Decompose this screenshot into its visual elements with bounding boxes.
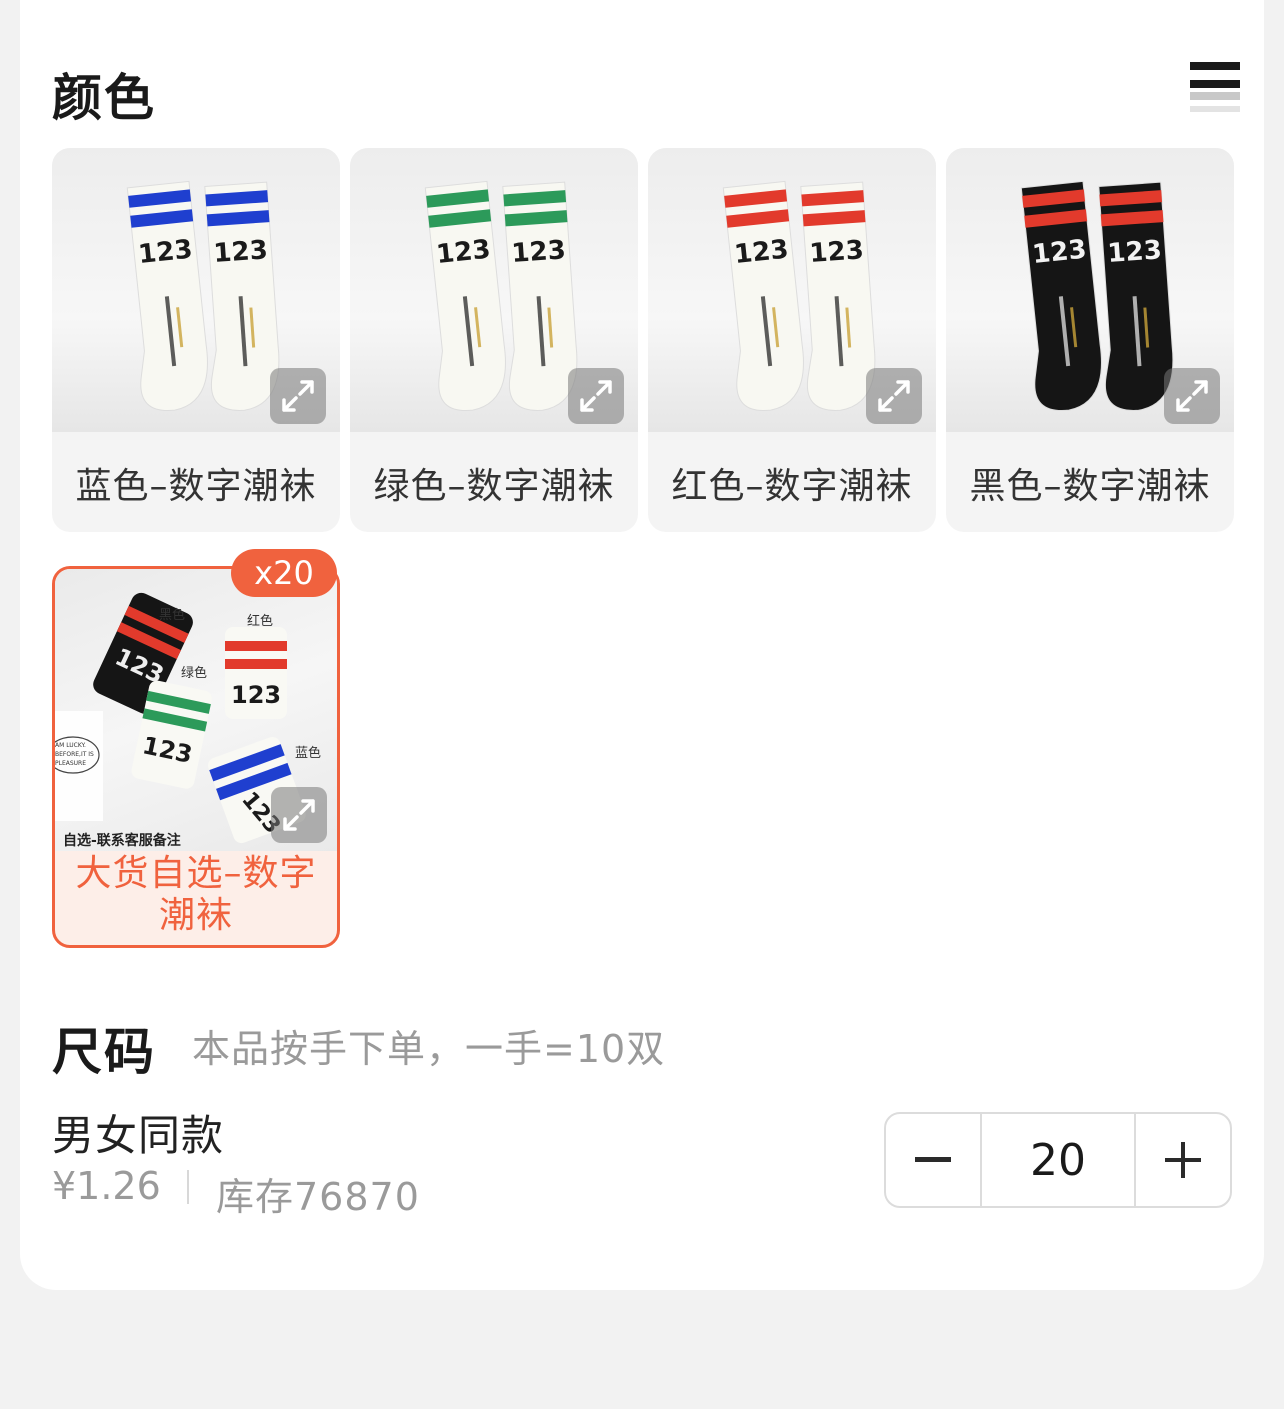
svg-text:黑色: 黑色 xyxy=(159,607,185,623)
product-thumbnail: AM LUCKY. BEFORE,IT IS PLEASURE 123 123 … xyxy=(55,569,337,851)
size-section-note: 本品按手下单，一手=10双 xyxy=(192,1027,666,1071)
svg-text:红色: 红色 xyxy=(247,613,273,629)
color-option-bulk-mix[interactable]: AM LUCKY. BEFORE,IT IS PLEASURE 123 123 … xyxy=(52,549,340,948)
color-option-black[interactable]: 123 123 黑色–数字潮袜 xyxy=(946,148,1234,532)
svg-text:自选-联系客服备注: 自选-联系客服备注 xyxy=(63,832,181,849)
divider xyxy=(187,1170,189,1204)
sku-price: ¥1.26 xyxy=(52,1164,161,1208)
svg-text:绿色: 绿色 xyxy=(181,665,207,681)
svg-text:123: 123 xyxy=(1031,235,1088,271)
svg-text:PLEASURE: PLEASURE xyxy=(55,760,86,767)
color-option-red[interactable]: 123 123 红色–数字潮袜 xyxy=(648,148,936,532)
minus-icon xyxy=(915,1157,951,1162)
expand-arrows-icon[interactable] xyxy=(1164,368,1220,424)
svg-text:123: 123 xyxy=(213,235,269,269)
svg-text:123: 123 xyxy=(137,235,194,271)
svg-text:123: 123 xyxy=(733,235,790,271)
color-option-label: 红色–数字潮袜 xyxy=(671,466,913,507)
svg-text:BEFORE,IT IS: BEFORE,IT IS xyxy=(55,751,94,758)
svg-text:123: 123 xyxy=(435,235,492,271)
color-option-label: 大货自选–数字 潮袜 xyxy=(75,853,317,936)
color-option-blue[interactable]: 123 123 蓝色–数字潮袜 xyxy=(52,148,340,532)
size-section-title: 尺码 xyxy=(52,1023,156,1081)
quantity-badge: x20 xyxy=(231,549,337,597)
svg-text:123: 123 xyxy=(231,681,281,709)
color-option-label: 黑色–数字潮袜 xyxy=(969,466,1211,507)
color-option-label: 蓝色–数字潮袜 xyxy=(75,466,317,507)
quantity-input[interactable]: 20 xyxy=(980,1114,1136,1206)
expand-arrows-icon[interactable] xyxy=(270,368,326,424)
sku-name: 男女同款 xyxy=(52,1111,225,1160)
svg-text:AM LUCKY.: AM LUCKY. xyxy=(55,742,86,749)
list-view-icon[interactable] xyxy=(1190,62,1240,112)
color-option-green[interactable]: 123 123 绿色–数字潮袜 xyxy=(350,148,638,532)
sku-stock: 库存76870 xyxy=(216,1175,420,1219)
increment-button[interactable] xyxy=(1136,1114,1230,1206)
color-option-label: 绿色–数字潮袜 xyxy=(373,466,615,507)
expand-arrows-icon[interactable] xyxy=(271,787,327,843)
svg-text:123: 123 xyxy=(809,235,865,269)
expand-arrows-icon[interactable] xyxy=(568,368,624,424)
plus-icon xyxy=(1165,1142,1201,1178)
color-section-title: 颜色 xyxy=(52,69,156,127)
decrement-button[interactable] xyxy=(886,1114,980,1206)
svg-text:123: 123 xyxy=(1107,235,1163,269)
svg-text:123: 123 xyxy=(511,235,567,269)
svg-text:蓝色: 蓝色 xyxy=(295,745,321,761)
expand-arrows-icon[interactable] xyxy=(866,368,922,424)
quantity-stepper: 20 xyxy=(884,1112,1232,1208)
